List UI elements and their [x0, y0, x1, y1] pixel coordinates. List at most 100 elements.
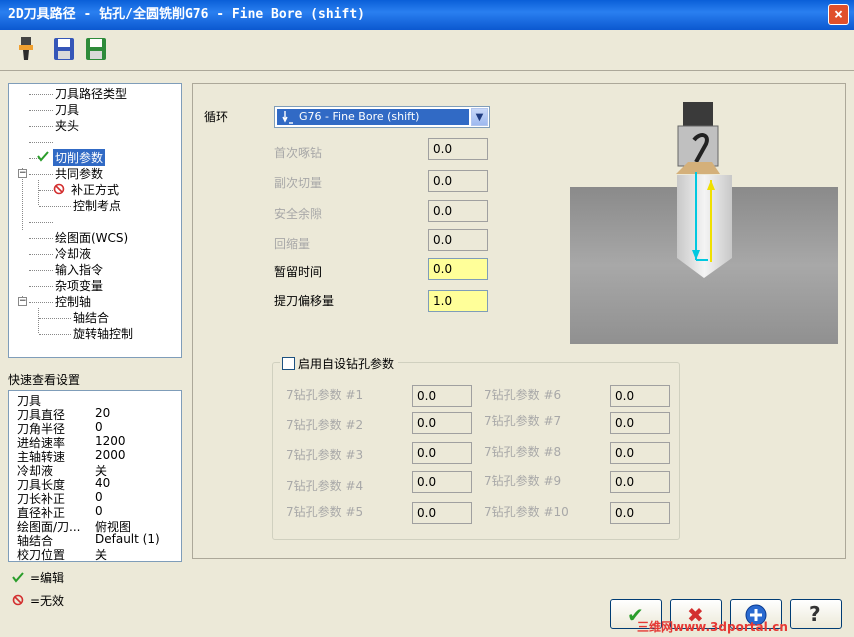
tree-line	[29, 126, 53, 127]
enable-custom-label: 启用自设钻孔参数	[298, 357, 395, 371]
fine-bore-preview	[570, 102, 838, 344]
tree-item-toolpath-type[interactable]: 刀具路径类型	[55, 85, 127, 102]
tool-icon[interactable]	[14, 36, 38, 62]
tree-item-planes[interactable]: 绘图面(WCS)	[55, 229, 128, 246]
quick-value: 2000	[95, 448, 126, 462]
tree-line	[29, 286, 53, 287]
tree-line	[38, 308, 39, 333]
custom-param-label: 7钻孔参数 #10	[484, 505, 569, 519]
cycle-dropdown[interactable]: G76 - Fine Bore (shift) ▼	[274, 106, 490, 128]
custom-param-label: 7钻孔参数 #6	[484, 388, 562, 402]
check-icon	[37, 151, 49, 162]
tree-item-cut-params[interactable]: 切削参数	[53, 149, 106, 166]
help-button[interactable]: ?	[790, 599, 842, 629]
param-label-peck-clearance: 安全余隙	[274, 207, 323, 221]
param-label-shift: 提刀偏移量	[274, 294, 335, 308]
tree-line	[29, 254, 53, 255]
quick-value: 20	[95, 406, 111, 420]
close-button[interactable]: ×	[828, 4, 849, 25]
custom-param-input-5[interactable]: 0.0	[412, 502, 472, 524]
custom-param-label: 7钻孔参数 #9	[484, 474, 562, 488]
tree-line	[38, 180, 39, 205]
tree-item-tool[interactable]: 刀具	[55, 101, 79, 118]
forbidden-icon	[53, 183, 65, 195]
param-label-subsequent-peck: 副次切量	[274, 176, 323, 190]
subsequent-peck-input[interactable]: 0.0	[428, 170, 488, 192]
tree-line	[29, 110, 53, 111]
window-title: 2D刀具路径 - 钻孔/全圆铣削G76 - Fine Bore (shift)	[8, 7, 365, 22]
tree-item-coolant[interactable]: 冷却液	[55, 245, 91, 262]
custom-param-input-10[interactable]: 0.0	[610, 502, 670, 524]
custom-param-input-4[interactable]: 0.0	[412, 471, 472, 493]
custom-param-label: 7钻孔参数 #1	[286, 388, 364, 402]
custom-param-input-3[interactable]: 0.0	[412, 442, 472, 464]
tree-line	[29, 94, 53, 95]
parameter-tree: 刀具路径类型 刀具 夹头 切削参数 − 共同参数 补正方式 控制考点 绘图面(W…	[8, 83, 182, 358]
save-as-icon[interactable]	[84, 36, 108, 62]
quick-view-panel: 刀具 刀具直径 20 刀角半径 0 进给速率 1200 主轴转速 2000 冷却…	[8, 390, 182, 562]
quick-value: 关	[95, 548, 108, 562]
cycle-selected: G76 - Fine Bore (shift)	[277, 109, 469, 125]
check-icon	[12, 572, 24, 583]
watermark-text: 三维网www.3dportal.cn	[637, 620, 788, 634]
tree-item-compensation[interactable]: 补正方式	[71, 181, 119, 198]
tree-item-rotary-axis[interactable]: 旋转轴控制	[73, 325, 133, 342]
save-icon[interactable]	[52, 36, 76, 62]
shift-input[interactable]: 1.0	[428, 290, 488, 312]
help-icon: ?	[809, 602, 821, 626]
peck-clearance-input[interactable]: 0.0	[428, 200, 488, 222]
legend-invalid: =无效	[30, 594, 65, 608]
custom-param-label: 7钻孔参数 #5	[286, 505, 364, 519]
forbidden-icon	[12, 594, 24, 606]
custom-param-input-6[interactable]: 0.0	[610, 385, 670, 407]
collapse-icon[interactable]: −	[18, 169, 27, 178]
tree-line	[39, 206, 71, 207]
tree-item-misc-values[interactable]: 杂项变量	[55, 277, 103, 294]
quick-value: 40	[95, 476, 111, 490]
tree-item-common-params[interactable]: 共同参数	[55, 165, 103, 182]
custom-param-input-7[interactable]: 0.0	[610, 412, 670, 434]
custom-param-label: 7钻孔参数 #7	[484, 414, 562, 428]
tree-line	[29, 174, 53, 175]
custom-param-label: 7钻孔参数 #2	[286, 418, 364, 432]
tree-item-holder[interactable]: 夹头	[55, 117, 79, 134]
tree-item-axis-combination[interactable]: 轴结合	[73, 309, 109, 326]
cycle-selected-text: G76 - Fine Bore (shift)	[299, 110, 420, 123]
retract-amount-input[interactable]: 0.0	[428, 229, 488, 251]
tree-line	[29, 238, 53, 239]
custom-param-label: 7钻孔参数 #8	[484, 445, 562, 459]
tree-line	[39, 190, 53, 191]
chevron-down-icon[interactable]: ▼	[471, 108, 488, 126]
tree-item-axis-control[interactable]: 控制轴	[55, 293, 91, 310]
quick-value: 1200	[95, 434, 126, 448]
param-label-retract: 回缩量	[274, 237, 311, 251]
title-bar: 2D刀具路径 - 钻孔/全圆铣削G76 - Fine Bore (shift) …	[0, 0, 854, 30]
quick-key: 校刀位置	[17, 548, 66, 562]
enable-custom-checkbox[interactable]	[282, 357, 295, 370]
custom-param-label: 7钻孔参数 #4	[286, 479, 364, 493]
toolbar	[0, 30, 854, 68]
param-label-dwell: 暂留时间	[274, 265, 323, 279]
quick-value: 0	[95, 504, 103, 518]
custom-param-input-1[interactable]: 0.0	[412, 385, 472, 407]
dwell-input[interactable]: 0.0	[428, 258, 488, 280]
custom-param-input-2[interactable]: 0.0	[412, 412, 472, 434]
quick-value: 0	[95, 420, 103, 434]
custom-param-input-9[interactable]: 0.0	[610, 471, 670, 493]
tree-line	[29, 270, 53, 271]
custom-param-input-8[interactable]: 0.0	[610, 442, 670, 464]
tree-line	[39, 334, 71, 335]
toolbar-divider	[0, 70, 854, 71]
cycle-label: 循环	[204, 110, 229, 124]
first-peck-input[interactable]: 0.0	[428, 138, 488, 160]
close-icon: ×	[833, 5, 844, 23]
collapse-icon[interactable]: −	[18, 297, 27, 306]
drill-cycle-icon	[282, 111, 293, 124]
param-label-first-peck: 首次啄钻	[274, 146, 323, 160]
quick-view-title: 快速查看设置	[8, 373, 81, 387]
tree-line	[29, 142, 53, 143]
custom-param-label: 7钻孔参数 #3	[286, 448, 364, 462]
tree-item-canned-text[interactable]: 输入指令	[55, 261, 103, 278]
tree-item-control-points[interactable]: 控制考点	[73, 197, 121, 214]
quick-value: Default (1)	[95, 532, 160, 546]
